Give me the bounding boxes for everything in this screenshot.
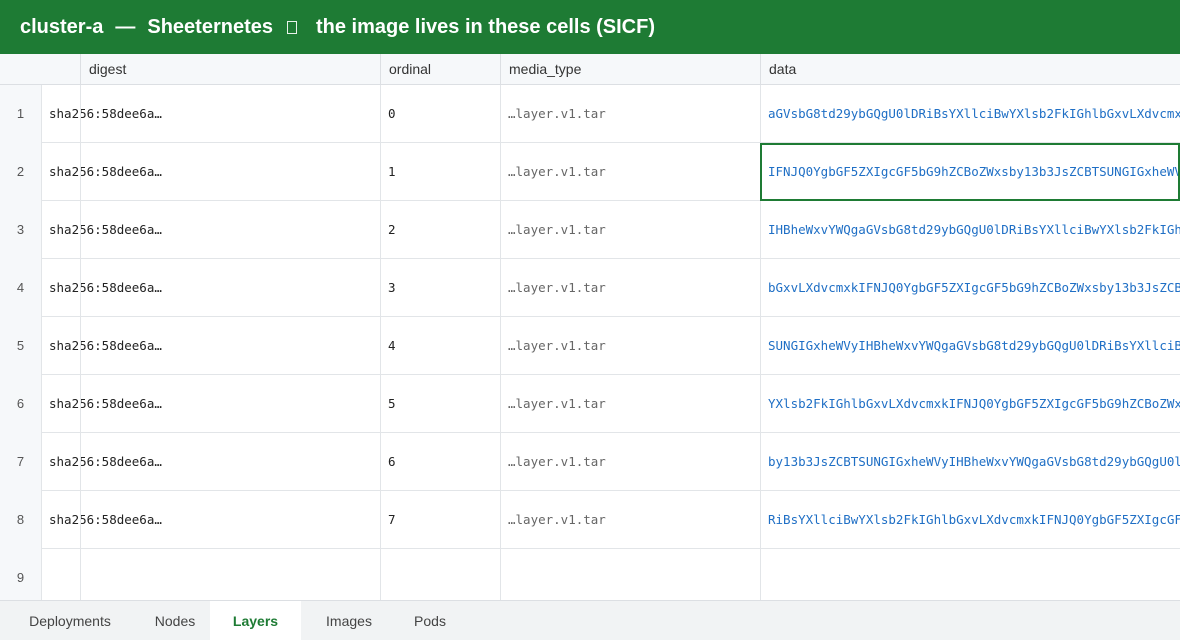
cell-data[interactable]: YXlsb2FkIGhlbGxvLXdvcmxkIFNJQ0YgbGF5ZXIg… bbox=[760, 375, 1180, 433]
cell-ordinal[interactable]: 6 bbox=[380, 433, 500, 491]
cell-data[interactable] bbox=[760, 549, 1180, 600]
cell-ordinal[interactable]: 5 bbox=[380, 375, 500, 433]
tab-deployments[interactable]: Deployments bbox=[0, 601, 140, 640]
column-header-ordinal[interactable]: ordinal bbox=[380, 54, 500, 85]
cell-media-type[interactable]: …layer.v1.tar bbox=[500, 491, 760, 549]
cell-data[interactable]: bGxvLXdvcmxkIFNJQ0YgbGF5ZXIgcGF5bG9hZCBo… bbox=[760, 259, 1180, 317]
cell-media-type[interactable]: …layer.v1.tar bbox=[500, 375, 760, 433]
cell-data[interactable]: IHBheWxvYWQgaGVsbG8td29ybGQgU0lDRiBsYXll… bbox=[760, 201, 1180, 259]
cell-data[interactable]: by13b3JsZCBTSUNGIGxheWVyIHBheWxvYWQgaGVs… bbox=[760, 433, 1180, 491]
app-tagline: the image lives in these cells (SICF) bbox=[316, 15, 656, 38]
cell-ordinal[interactable]: 0 bbox=[380, 85, 500, 143]
table-row[interactable]: 7 sha256:58dee6a… 6 …layer.v1.tar by13b3JsZC… bbox=[0, 433, 1180, 491]
row-number: 4 bbox=[0, 259, 41, 317]
cell-digest[interactable]: sha256:58dee6a… bbox=[41, 491, 381, 549]
column-divider bbox=[80, 317, 81, 375]
cell-data[interactable]: SUNGIGxheWVyIHBheWxvYWQgaGVsbG8td29ybGQg… bbox=[760, 317, 1180, 375]
cell-digest[interactable]: sha256:58dee6a… bbox=[41, 317, 381, 375]
column-divider bbox=[80, 549, 81, 600]
row-number: 9 bbox=[0, 549, 41, 600]
column-divider bbox=[80, 201, 81, 259]
table-row[interactable]: 3 sha256:58dee6a… 2 …layer.v1.tar IHBheWxvYW… bbox=[0, 201, 1180, 259]
column-divider bbox=[80, 259, 81, 317]
title-bar: cluster-a — Sheeternetes the image lives… bbox=[0, 0, 1180, 54]
row-number: 3 bbox=[0, 201, 41, 259]
title-separator: — bbox=[115, 15, 136, 38]
cell-media-type[interactable]: …layer.v1.tar bbox=[500, 259, 760, 317]
tab-pods[interactable]: Pods bbox=[397, 601, 463, 640]
row-number: 1 bbox=[0, 85, 41, 143]
table-row[interactable]: 1 sha256:58dee6a… 0 …layer.v1.tar aGVsbG8td2… bbox=[0, 85, 1180, 143]
cell-media-type[interactable]: …layer.v1.tar bbox=[500, 143, 760, 201]
table-row[interactable]: 6 sha256:58dee6a… 5 …layer.v1.tar YXlsb2FkIG… bbox=[0, 375, 1180, 433]
spreadsheet-grid: digest ordinal media_type data 1 sha256:5… bbox=[0, 54, 1180, 600]
cell-media-type[interactable]: …layer.v1.tar bbox=[500, 317, 760, 375]
tab-nodes[interactable]: Nodes bbox=[140, 601, 210, 640]
row-number: 6 bbox=[0, 375, 41, 433]
cell-ordinal[interactable] bbox=[380, 549, 500, 600]
cell-digest[interactable]: sha256:58dee6a… bbox=[41, 433, 381, 491]
column-header-row: digest ordinal media_type data bbox=[0, 54, 1180, 85]
column-divider bbox=[80, 85, 81, 143]
cell-ordinal[interactable]: 3 bbox=[380, 259, 500, 317]
cell-digest[interactable]: sha256:58dee6a… bbox=[41, 259, 381, 317]
cell-digest[interactable]: sha256:58dee6a… bbox=[41, 85, 381, 143]
cell-media-type[interactable]: …layer.v1.tar bbox=[500, 201, 760, 259]
cell-data[interactable]: RiBsYXllciBwYXlsb2FkIGhlbGxvLXdvcmxkIFNJ… bbox=[760, 491, 1180, 549]
row-number: 5 bbox=[0, 317, 41, 375]
app-name: Sheeternetes bbox=[147, 15, 273, 38]
cell-digest[interactable] bbox=[41, 549, 381, 600]
cluster-name: cluster-a bbox=[20, 15, 104, 38]
cell-data[interactable]: IFNJQ0YgbGF5ZXIgcGF5bG9hZCBoZWxsby13b3Js… bbox=[760, 143, 1180, 201]
column-header-data[interactable]: data bbox=[760, 54, 1180, 85]
row-number: 7 bbox=[0, 433, 41, 491]
row-number: 8 bbox=[0, 491, 41, 549]
cell-ordinal[interactable]: 1 bbox=[380, 143, 500, 201]
cell-digest[interactable]: sha256:58dee6a… bbox=[41, 375, 381, 433]
cell-media-type[interactable]: …layer.v1.tar bbox=[500, 433, 760, 491]
column-divider bbox=[80, 433, 81, 491]
sheet-tabs: Deployments Nodes Layers Images Pods bbox=[0, 600, 1180, 640]
column-header-media-type[interactable]: media_type bbox=[500, 54, 760, 85]
row-number: 2 bbox=[0, 143, 41, 201]
column-header-digest[interactable]: digest bbox=[80, 54, 380, 85]
tab-images[interactable]: Images bbox=[301, 601, 397, 640]
column-divider bbox=[80, 375, 81, 433]
cell-ordinal[interactable]: 7 bbox=[380, 491, 500, 549]
table-row[interactable]: 2 sha256:58dee6a… 1 …layer.v1.tar IFNJQ0YgbG… bbox=[0, 143, 1180, 201]
cell-digest[interactable]: sha256:58dee6a… bbox=[41, 201, 381, 259]
table-row[interactable]: 8 sha256:58dee6a… 7 …layer.v1.tar RiBsYXllci… bbox=[0, 491, 1180, 549]
cell-media-type[interactable] bbox=[500, 549, 760, 600]
cell-data[interactable]: aGVsbG8td29ybGQgU0lDRiBsYXllciBwYXlsb2Fk… bbox=[760, 85, 1180, 143]
table-row[interactable]: 5 sha256:58dee6a… 4 …layer.v1.tar SUNGIGxheW… bbox=[0, 317, 1180, 375]
column-divider bbox=[80, 491, 81, 549]
table-row[interactable]: 9 bbox=[0, 549, 1180, 600]
cell-ordinal[interactable]: 2 bbox=[380, 201, 500, 259]
cell-media-type[interactable]: …layer.v1.tar bbox=[500, 85, 760, 143]
cell-ordinal[interactable]: 4 bbox=[380, 317, 500, 375]
table-row[interactable]: 4 sha256:58dee6a… 3 …layer.v1.tar bGxvLXdvcm… bbox=[0, 259, 1180, 317]
tab-layers[interactable]: Layers bbox=[210, 601, 301, 640]
column-divider bbox=[80, 143, 81, 201]
cell-digest[interactable]: sha256:58dee6a… bbox=[41, 143, 381, 201]
box-icon bbox=[287, 20, 297, 34]
